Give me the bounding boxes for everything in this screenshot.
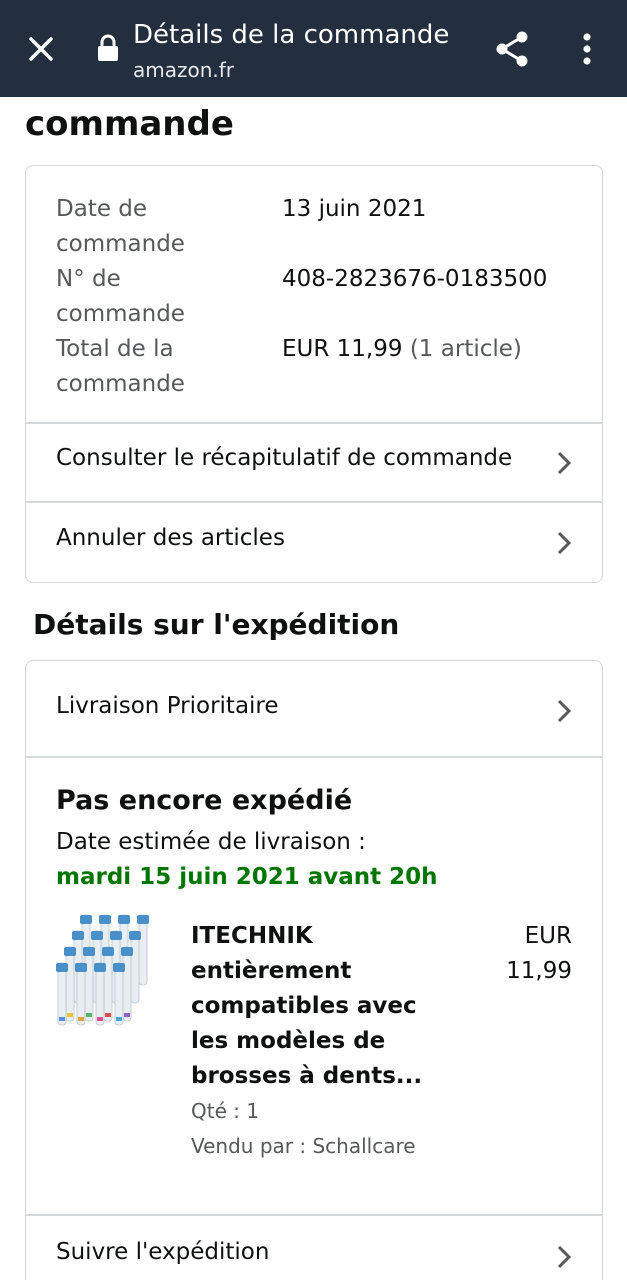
product-title-line: ITECHNIK (191, 923, 313, 949)
product-title-link[interactable]: ITECHNIK entièrement compatibles avec le… (191, 919, 431, 1094)
order-total-label-line1: Total de la (56, 336, 174, 362)
track-shipment-label: Suivre l'expédition (56, 1239, 270, 1265)
product-image[interactable] (56, 913, 160, 1033)
view-order-summary-link[interactable]: Consulter le récapitulatif de commande (26, 423, 602, 501)
close-icon[interactable] (24, 32, 58, 66)
product-title-line: les modèles de (191, 1028, 386, 1054)
order-total-items: (1 article) (409, 336, 522, 362)
shipping-section-title: Détails sur l'expédition (33, 608, 400, 641)
track-shipment-link[interactable]: Suivre l'expédition (26, 1217, 602, 1280)
browser-top-bar: Détails de la commande amazon.fr (0, 0, 627, 97)
shipping-details-card: Livraison Prioritaire Pas encore expédié… (25, 660, 603, 1280)
product-price: EUR 11,99 (472, 919, 572, 989)
chevron-right-icon (557, 1245, 572, 1269)
cancel-items-link[interactable]: Annuler des articles (26, 503, 602, 581)
site-domain: amazon.fr (133, 58, 235, 82)
product-quantity: Qté : 1 (191, 1099, 260, 1123)
divider (26, 756, 602, 758)
order-number-label-line2: commande (56, 301, 185, 327)
order-total-label: Total de la commande (56, 332, 256, 402)
order-date-label-line1: Date de (56, 196, 148, 222)
divider (26, 1214, 602, 1216)
more-vertical-icon[interactable] (574, 30, 600, 68)
shipment-status: Pas encore expédié (56, 785, 353, 816)
page-title: Détails de la commande (133, 20, 450, 50)
product-title-line: entièrement (191, 958, 352, 984)
order-summary-card: Date de commande 13 juin 2021 N° de comm… (25, 165, 603, 583)
order-total-label-line2: commande (56, 371, 185, 397)
lock-icon (98, 34, 118, 61)
toothbrush-heads-image (56, 914, 149, 1026)
product-seller: Vendu par : Schallcare (191, 1134, 416, 1158)
order-date-value: 13 juin 2021 (282, 196, 427, 222)
chevron-right-icon (557, 531, 572, 555)
chevron-right-icon (557, 451, 572, 475)
chevron-right-icon (557, 699, 572, 723)
product-price-currency: EUR (524, 923, 572, 949)
estimated-delivery-date: mardi 15 juin 2021 avant 20h (56, 864, 438, 890)
order-total-amount: EUR 11,99 (282, 336, 403, 362)
order-number-label: N° de commande (56, 262, 256, 332)
delivery-type-label: Livraison Prioritaire (56, 693, 279, 719)
cancel-items-label: Annuler des articles (56, 525, 285, 551)
product-title-line: compatibles avec (191, 993, 417, 1019)
view-order-summary-label: Consulter le récapitulatif de commande (56, 445, 513, 471)
estimated-delivery-label: Date estimée de livraison : (56, 829, 366, 855)
share-icon[interactable] (492, 29, 532, 69)
page-heading: commande (25, 104, 234, 144)
delivery-type-link[interactable]: Livraison Prioritaire (26, 671, 602, 749)
product-price-amount: 11,99 (506, 958, 572, 984)
product-title-line: brosses à dents... (191, 1063, 423, 1089)
order-date-label: Date de commande (56, 192, 256, 262)
order-number-value: 408-2823676-0183500 (282, 266, 548, 292)
order-date-label-line2: commande (56, 231, 185, 257)
order-number-label-line1: N° de (56, 266, 121, 292)
order-total-value: EUR 11,99 (1 article) (282, 332, 522, 367)
